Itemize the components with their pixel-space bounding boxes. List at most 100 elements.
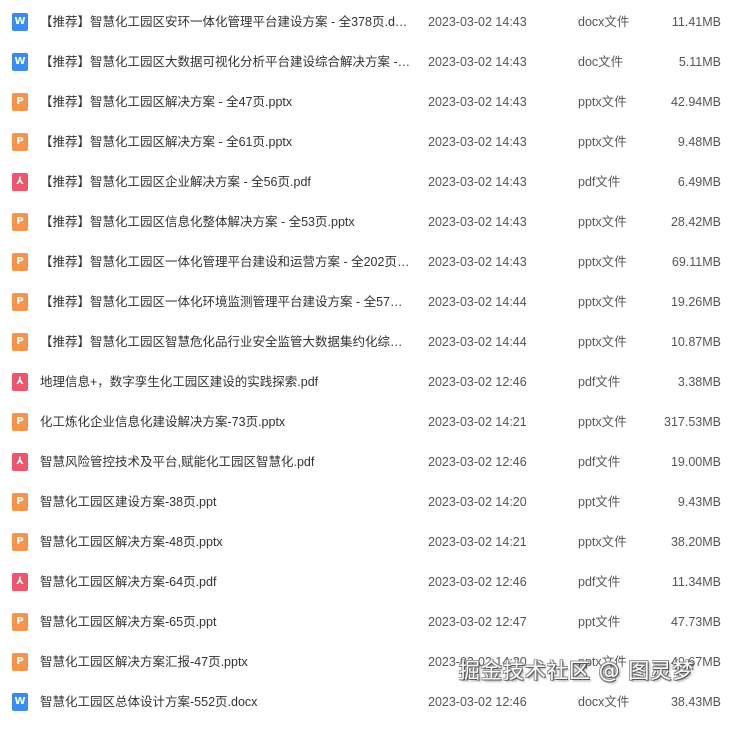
file-name[interactable]: 【推荐】智慧化工园区安环一体化管理平台建设方案 - 全378页.docx xyxy=(40,14,412,30)
file-name[interactable]: 化工炼化企业信息化建设解决方案-73页.pptx xyxy=(40,414,412,430)
watermark: 掘金技术社区 @ 图灵梦 xyxy=(459,659,695,683)
file-modified-date: 2023-03-02 14:43 xyxy=(428,255,527,269)
file-modified-date: 2023-03-02 14:43 xyxy=(428,95,527,109)
file-row[interactable]: P 智慧化工园区解决方案-48页.pptx 2023-03-02 14:21 pptx… xyxy=(0,530,740,570)
file-type: pdf文件 xyxy=(578,575,621,589)
file-size: 42.94MB xyxy=(670,95,721,109)
powerpoint-file-icon: P xyxy=(12,333,28,351)
file-row[interactable]: W 【推荐】智慧化工园区大数据可视化分析平台建设综合解决方案 - 全... 2023… xyxy=(0,50,740,90)
file-size: 10.87MB xyxy=(670,335,721,349)
powerpoint-file-icon: P xyxy=(12,413,28,431)
file-modified-date: 2023-03-02 14:43 xyxy=(428,135,527,149)
file-modified-date: 2023-03-02 12:46 xyxy=(428,455,527,469)
file-name[interactable]: 智慧化工园区解决方案-48页.pptx xyxy=(40,534,412,550)
file-size: 11.34MB xyxy=(671,575,721,589)
file-row[interactable]: P 智慧化工园区解决方案-65页.ppt 2023-03-02 12:47 ppt文件… xyxy=(0,610,740,650)
file-name[interactable]: 【推荐】智慧化工园区一体化管理平台建设和运营方案 - 全202页.p... xyxy=(40,254,412,270)
powerpoint-file-icon: P xyxy=(12,493,28,511)
pdf-file-icon: ⅄ xyxy=(12,173,28,191)
file-name[interactable]: 智慧风险管控技术及平台,赋能化工园区智慧化.pdf xyxy=(40,454,412,470)
file-row[interactable]: ⅄ 【推荐】智慧化工园区企业解决方案 - 全56页.pdf 2023-03-02 1… xyxy=(0,170,740,210)
file-row[interactable]: ⅄ 智慧风险管控技术及平台,赋能化工园区智慧化.pdf 2023-03-02 12:… xyxy=(0,450,740,490)
file-row[interactable]: P 【推荐】智慧化工园区一体化环境监测管理平台建设方案 - 全57页.... 202… xyxy=(0,290,740,330)
powerpoint-file-icon: P xyxy=(12,653,28,671)
file-row[interactable]: ⅄ 智慧化工园区解决方案-64页.pdf 2023-03-02 12:46 pdf文件… xyxy=(0,570,740,610)
file-name[interactable]: 地理信息+，数字孪生化工园区建设的实践探索.pdf xyxy=(40,374,412,390)
file-size: 38.20MB xyxy=(670,535,721,549)
file-size: 6.49MB xyxy=(677,175,721,189)
file-size: 38.43MB xyxy=(670,695,721,709)
file-size: 47.73MB xyxy=(670,615,721,629)
powerpoint-file-icon: P xyxy=(12,213,28,231)
file-size: 9.43MB xyxy=(677,495,721,509)
file-row[interactable]: P 【推荐】智慧化工园区一体化管理平台建设和运营方案 - 全202页.p... 20… xyxy=(0,250,740,290)
file-modified-date: 2023-03-02 12:46 xyxy=(428,375,527,389)
file-type: pptx文件 xyxy=(578,335,627,349)
file-name[interactable]: 【推荐】智慧化工园区信息化整体解决方案 - 全53页.pptx xyxy=(40,214,412,230)
file-row[interactable]: ⅄ 地理信息+，数字孪生化工园区建设的实践探索.pdf 2023-03-02 12:… xyxy=(0,370,740,410)
powerpoint-file-icon: P xyxy=(12,613,28,631)
file-type: pptx文件 xyxy=(578,535,627,549)
file-size: 9.48MB xyxy=(677,135,721,149)
powerpoint-file-icon: P xyxy=(12,253,28,271)
file-name[interactable]: 【推荐】智慧化工园区解决方案 - 全47页.pptx xyxy=(40,94,412,110)
word-file-icon: W xyxy=(12,53,28,71)
file-modified-date: 2023-03-02 12:46 xyxy=(428,695,527,709)
file-size: 19.00MB xyxy=(670,455,721,469)
file-size: 5.11MB xyxy=(678,55,721,69)
file-name[interactable]: 【推荐】智慧化工园区企业解决方案 - 全56页.pdf xyxy=(40,174,412,190)
file-row[interactable]: P 智慧化工园区建设方案-38页.ppt 2023-03-02 14:20 ppt文件… xyxy=(0,490,740,530)
powerpoint-file-icon: P xyxy=(12,293,28,311)
file-type: pptx文件 xyxy=(578,135,627,149)
powerpoint-file-icon: P xyxy=(12,133,28,151)
word-file-icon: W xyxy=(12,13,28,31)
file-name[interactable]: 智慧化工园区建设方案-38页.ppt xyxy=(40,494,412,510)
word-file-icon: W xyxy=(12,693,28,711)
file-type: pptx文件 xyxy=(578,295,627,309)
file-name[interactable]: 【推荐】智慧化工园区智慧危化品行业安全监管大数据集约化综合管... xyxy=(40,334,412,350)
file-type: ppt文件 xyxy=(578,495,621,509)
file-modified-date: 2023-03-02 14:21 xyxy=(428,535,527,549)
pdf-file-icon: ⅄ xyxy=(12,453,28,471)
file-type: pdf文件 xyxy=(578,175,621,189)
file-modified-date: 2023-03-02 12:46 xyxy=(428,575,527,589)
file-size: 69.11MB xyxy=(671,255,721,269)
file-type: pdf文件 xyxy=(578,455,621,469)
pdf-file-icon: ⅄ xyxy=(12,573,28,591)
file-type: pptx文件 xyxy=(578,255,627,269)
pdf-file-icon: ⅄ xyxy=(12,373,28,391)
file-name[interactable]: 智慧化工园区解决方案汇报-47页.pptx xyxy=(40,654,412,670)
file-row[interactable]: P 【推荐】智慧化工园区信息化整体解决方案 - 全53页.pptx 2023-03-… xyxy=(0,210,740,250)
file-type: doc文件 xyxy=(578,55,624,69)
file-name[interactable]: 【推荐】智慧化工园区解决方案 - 全61页.pptx xyxy=(40,134,412,150)
powerpoint-file-icon: P xyxy=(12,93,28,111)
file-modified-date: 2023-03-02 14:20 xyxy=(428,495,527,509)
file-row[interactable]: P 【推荐】智慧化工园区解决方案 - 全47页.pptx 2023-03-02 14… xyxy=(0,90,740,130)
powerpoint-file-icon: P xyxy=(12,533,28,551)
file-type: pptx文件 xyxy=(578,415,627,429)
file-modified-date: 2023-03-02 14:44 xyxy=(428,335,527,349)
file-name[interactable]: 智慧化工园区解决方案-65页.ppt xyxy=(40,614,412,630)
file-name[interactable]: 智慧化工园区解决方案-64页.pdf xyxy=(40,574,412,590)
file-size: 317.53MB xyxy=(664,415,721,429)
file-size: 3.38MB xyxy=(677,375,721,389)
file-type: docx文件 xyxy=(578,15,630,29)
file-name[interactable]: 智慧化工园区总体设计方案-552页.docx xyxy=(40,694,412,710)
file-row[interactable]: P 【推荐】智慧化工园区解决方案 - 全61页.pptx 2023-03-02 14… xyxy=(0,130,740,170)
file-row[interactable]: W 【推荐】智慧化工园区安环一体化管理平台建设方案 - 全378页.docx 202… xyxy=(0,10,740,50)
file-modified-date: 2023-03-02 14:43 xyxy=(428,215,527,229)
file-row[interactable]: P 【推荐】智慧化工园区智慧危化品行业安全监管大数据集约化综合管... 2023-0… xyxy=(0,330,740,370)
file-size: 11.41MB xyxy=(671,15,721,29)
file-type: pptx文件 xyxy=(578,95,627,109)
file-type: pdf文件 xyxy=(578,375,621,389)
file-modified-date: 2023-03-02 14:43 xyxy=(428,55,527,69)
file-name[interactable]: 【推荐】智慧化工园区一体化环境监测管理平台建设方案 - 全57页.... xyxy=(40,294,412,310)
file-type: ppt文件 xyxy=(578,615,621,629)
file-modified-date: 2023-03-02 12:47 xyxy=(428,615,527,629)
file-modified-date: 2023-03-02 14:43 xyxy=(428,175,527,189)
file-row[interactable]: W 智慧化工园区总体设计方案-552页.docx 2023-03-02 12:46 d… xyxy=(0,690,740,730)
file-size: 28.42MB xyxy=(670,215,721,229)
file-row[interactable]: P 化工炼化企业信息化建设解决方案-73页.pptx 2023-03-02 14:2… xyxy=(0,410,740,450)
file-type: docx文件 xyxy=(578,695,630,709)
file-name[interactable]: 【推荐】智慧化工园区大数据可视化分析平台建设综合解决方案 - 全... xyxy=(40,54,412,70)
